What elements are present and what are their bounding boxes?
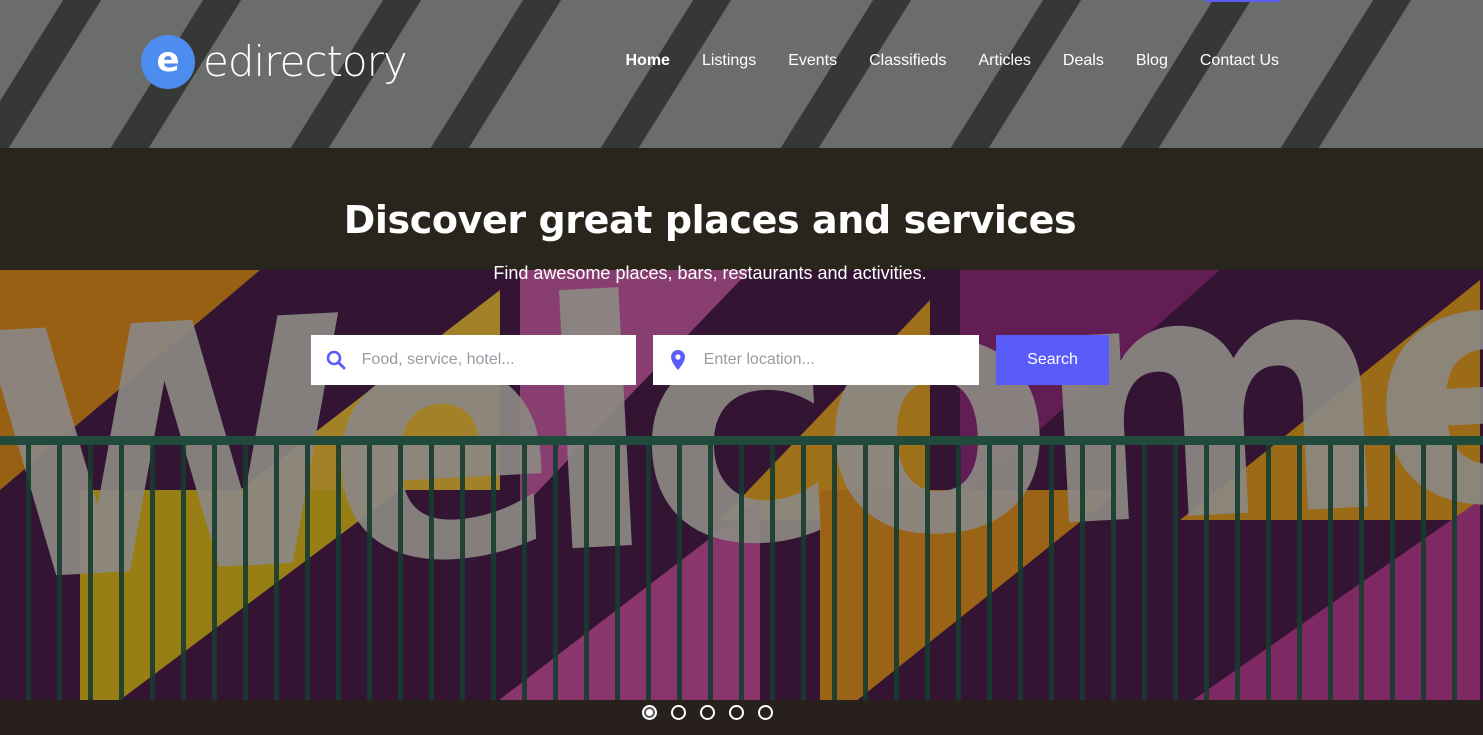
nav-item-deals[interactable]: Deals <box>1063 52 1104 70</box>
nav-item-classifieds[interactable]: Classifieds <box>869 52 946 70</box>
carousel-dot[interactable] <box>642 705 657 720</box>
carousel-pagination <box>642 705 773 720</box>
nav-item-articles[interactable]: Articles <box>978 52 1030 70</box>
carousel-dot[interactable] <box>700 705 715 720</box>
carousel-dot[interactable] <box>671 705 686 720</box>
logo[interactable]: e edirectory <box>141 35 408 89</box>
logo-text: edirectory <box>203 37 408 86</box>
nav-item-contact-us[interactable]: Contact Us <box>1200 52 1279 70</box>
nav-item-home[interactable]: Home <box>625 52 669 70</box>
logo-badge-icon: e <box>141 35 195 89</box>
nav-item-blog[interactable]: Blog <box>1136 52 1168 70</box>
hero-subtitle: Find awesome places, bars, restaurants a… <box>493 263 927 283</box>
nav-item-listings[interactable]: Listings <box>702 52 756 70</box>
site-header: e edirectory Home Listings Events Classi… <box>0 0 1483 120</box>
location-search-field[interactable] <box>653 335 979 385</box>
keyword-search-input[interactable] <box>361 351 636 369</box>
nav-accent-bar <box>1205 0 1280 2</box>
carousel-dot[interactable] <box>758 705 773 720</box>
hero-section: Welcome e edirectory Home Listings Event… <box>0 0 1483 735</box>
main-nav: Home Listings Events Classifieds Article… <box>625 52 1279 70</box>
hero-title: Discover great places and services <box>343 198 1077 242</box>
keyword-search-field[interactable] <box>311 335 636 385</box>
carousel-dot[interactable] <box>729 705 744 720</box>
map-pin-icon <box>653 350 704 370</box>
nav-item-events[interactable]: Events <box>788 52 837 70</box>
location-search-input[interactable] <box>703 351 979 369</box>
search-icon <box>311 350 362 370</box>
search-button[interactable]: Search <box>996 335 1109 385</box>
